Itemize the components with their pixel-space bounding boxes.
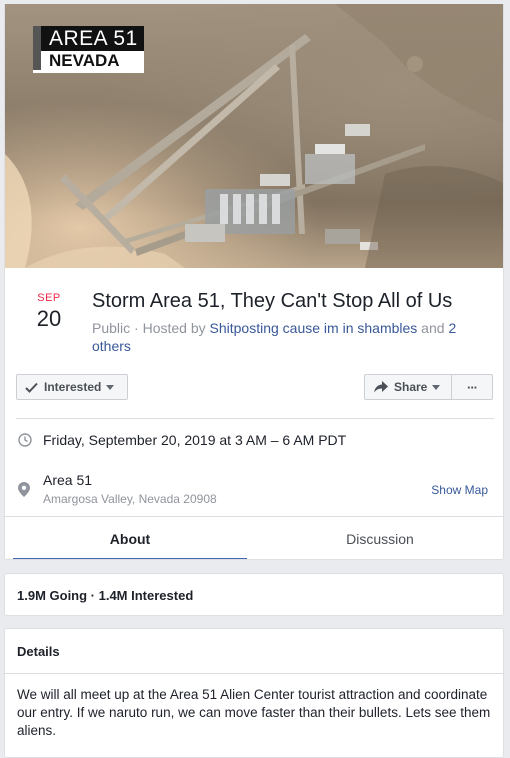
event-day: 20 [36,306,62,331]
host-link[interactable]: Shitposting cause im in shambles [210,320,418,336]
details-card: Details We will all meet up at the Area … [4,628,504,758]
show-map-link[interactable]: Show Map [431,483,488,497]
hosted-by-text: · Hosted by [130,320,210,336]
interested-label: Interested [44,380,102,394]
share-arrow-icon [374,381,388,393]
event-title: Storm Area 51, They Can't Stop All of Us [92,290,453,312]
cover-photo[interactable]: AREA 51 NEVADA [5,4,503,268]
tab-about[interactable]: About [13,517,247,559]
chevron-down-icon [432,384,441,390]
overlay-line-1: AREA 51 [49,27,138,50]
location-name[interactable]: Area 51 [43,472,92,488]
news-overlay-label: AREA 51 NEVADA [33,26,144,73]
more-options-button[interactable]: ··· [451,374,493,400]
event-header-card: AREA 51 NEVADA SEP 20 Storm Area 51, The… [4,4,504,560]
interested-button[interactable]: Interested [16,374,128,400]
event-location-row: Area 51 Amargosa Valley, Nevada 20908 Sh… [16,470,494,510]
attendance-card: 1.9M Going · 1.4M Interested [4,573,504,616]
clock-icon [18,433,32,447]
chevron-down-icon [106,384,115,390]
event-time-row: Friday, September 20, 2019 at 3 AM – 6 A… [16,430,494,460]
details-divider [5,673,503,674]
attendance-stats[interactable]: 1.9M Going · 1.4M Interested [17,588,193,603]
event-meta: Public · Hosted by Shitposting cause im … [92,319,472,355]
share-label: Share [394,380,428,394]
location-pin-icon [18,482,30,497]
section-divider [16,418,494,419]
tab-discussion[interactable]: Discussion [263,517,497,559]
event-date-block: SEP 20 [27,292,71,332]
location-address: Amargosa Valley, Nevada 20908 [43,492,217,506]
details-body: We will all meet up at the Area 51 Alien… [17,687,491,738]
details-heading: Details [17,644,60,659]
event-datetime: Friday, September 20, 2019 at 3 AM – 6 A… [43,432,347,448]
share-button[interactable]: Share [364,374,452,400]
privacy-label: Public [92,320,131,336]
more-dots-icon: ··· [467,379,478,395]
and-text: and [417,320,449,336]
event-tabs: About Discussion [5,516,503,559]
overlay-line-2: NEVADA [33,51,144,73]
event-month: SEP [37,292,61,304]
check-icon [25,382,38,393]
